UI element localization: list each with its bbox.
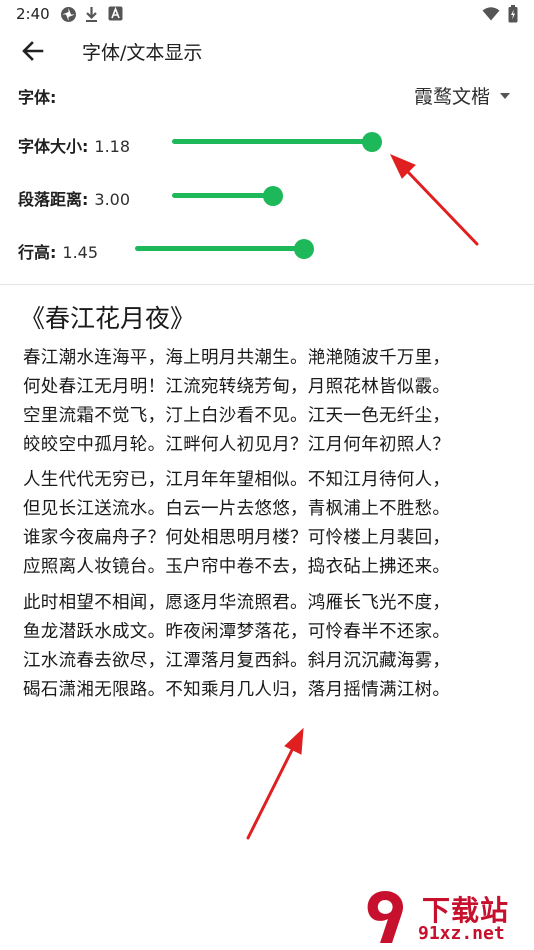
font-size-value: 1.18 [94, 137, 131, 156]
photos-icon [61, 7, 76, 22]
font-size-slider[interactable] [172, 132, 382, 152]
annotation-arrowhead-slider [389, 154, 416, 179]
line-height-slider-thumb[interactable] [294, 239, 314, 259]
preview-line: 鱼龙潜跃水成文。昨夜闲潭梦落花，可怜春半不还家。 [23, 622, 451, 642]
preview-line: 春江潮水连海平，海上明月共潮生。滟滟随波千万里， [23, 348, 451, 368]
preview-line: 碣石潇湘无限路。不知乘月几人归，落月摇情满江树。 [23, 680, 451, 700]
font-size-label: 字体大小: [18, 137, 89, 156]
preview-line: 但见长江送流水。白云一片去悠悠，青枫浦上不胜愁。 [23, 499, 451, 519]
dropdown-caret-icon [500, 92, 510, 99]
preview-line: 皎皎空中孤月轮。江畔何人初见月？江月何年初照人？ [23, 435, 451, 455]
wifi-icon [482, 7, 500, 21]
app-bar: 字体/文本显示 [0, 30, 534, 72]
preview-line: 空里流霜不觉飞，汀上白沙看不见。江天一色无纤尘， [23, 406, 451, 426]
page-title: 字体/文本显示 [82, 42, 203, 64]
preview-paragraph-1: 春江潮水连海平，海上明月共潮生。滟滟随波千万里， 何处春江无月明！江流宛转绕芳甸… [23, 344, 450, 460]
back-arrow-icon[interactable] [20, 38, 46, 64]
watermark: 下载站 91xz.net [352, 885, 534, 950]
preview-paragraph-3: 此时相望不相闻，愿逐月华流照君。鸿雁长飞光不度， 鱼龙潜跃水成文。昨夜闲潭梦落花… [23, 589, 450, 705]
preview-line: 江水流春去欲尽，江潭落月复西斜。斜月沉沉藏海雾， [23, 651, 451, 671]
paragraph-spacing-value: 3.00 [94, 190, 131, 209]
annotation-arrowhead-preview [284, 727, 304, 755]
preview-line: 谁家今夜扁舟子？何处相思明月楼？可怜楼上月裴回， [23, 528, 451, 548]
font-size-slider-thumb[interactable] [362, 132, 382, 152]
line-height-label: 行高: [18, 243, 57, 262]
annotation-arrow-slider [406, 170, 479, 246]
app-a-icon [108, 6, 123, 21]
watermark-url: 91xz.net [418, 923, 505, 944]
font-dropdown[interactable]: 霞鹜文楷 [414, 82, 510, 109]
section-divider [0, 284, 534, 285]
font-size-row: 字体大小: 1.18 [18, 133, 130, 157]
preview-title: 《春江花月夜》 [20, 304, 196, 333]
preview-paragraph-2: 人生代代无穷已，江月年年望相似。不知江月待何人， 但见长江送流水。白云一片去悠悠… [23, 466, 450, 582]
font-label: 字体: [18, 88, 57, 107]
preview-line: 应照离人妆镜台。玉户帘中卷不去，捣衣砧上拂还来。 [23, 557, 451, 577]
status-time: 2:40 [16, 5, 50, 23]
battery-icon [508, 5, 518, 23]
paragraph-spacing-slider-thumb[interactable] [263, 186, 283, 206]
watermark-logo-icon [367, 891, 404, 943]
line-height-slider[interactable] [135, 239, 473, 259]
font-size-slider-track [172, 139, 372, 144]
status-bar: 2:40 [0, 0, 534, 30]
line-height-row: 行高: 1.45 [18, 239, 98, 263]
line-height-value: 1.45 [62, 243, 99, 262]
paragraph-spacing-slider-track [172, 193, 273, 198]
download-icon [86, 7, 97, 22]
font-row: 字体: [18, 84, 56, 108]
paragraph-spacing-slider[interactable] [172, 186, 374, 206]
font-dropdown-value: 霞鹜文楷 [413, 86, 490, 108]
paragraph-spacing-label: 段落距离: [18, 190, 89, 209]
line-height-slider-track [135, 246, 304, 251]
annotation-arrow-preview [246, 746, 295, 840]
paragraph-spacing-row: 段落距离: 3.00 [18, 186, 130, 210]
preview-line: 人生代代无穷已，江月年年望相似。不知江月待何人， [23, 470, 451, 490]
preview-line: 此时相望不相闻，愿逐月华流照君。鸿雁长飞光不度， [23, 593, 451, 613]
preview-line: 何处春江无月明！江流宛转绕芳甸，月照花林皆似霰。 [23, 377, 451, 397]
